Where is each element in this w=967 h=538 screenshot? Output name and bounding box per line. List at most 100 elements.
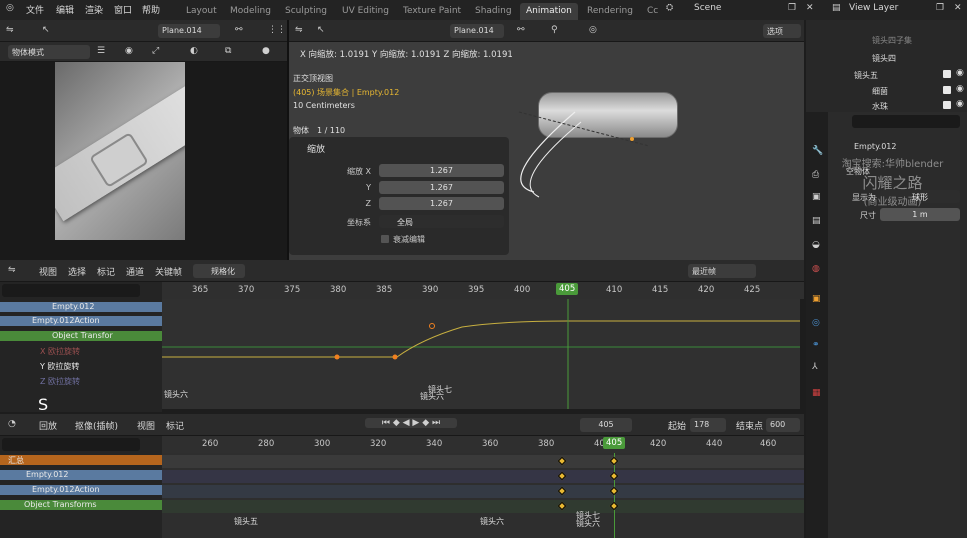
- scale-z-field[interactable]: 1.267: [379, 197, 504, 210]
- menu-channel[interactable]: 通道: [126, 265, 144, 278]
- object-dropdown[interactable]: Plane.014: [450, 24, 504, 38]
- scene-name[interactable]: Scene: [694, 3, 721, 13]
- menu-playback[interactable]: 回放: [39, 419, 57, 432]
- channel-action[interactable]: Empty.012Action: [0, 316, 162, 326]
- select-tool-icon[interactable]: ↖: [42, 25, 50, 35]
- tab-shading[interactable]: Shading: [469, 3, 518, 20]
- tab-animation[interactable]: Animation: [520, 3, 578, 20]
- channel-summary[interactable]: 汇总: [0, 455, 162, 465]
- channel-object[interactable]: Empty.012: [0, 470, 162, 480]
- camera5-eye-icon[interactable]: ◉: [956, 68, 964, 78]
- tab-rendering[interactable]: Rendering: [581, 3, 639, 20]
- menu-render[interactable]: 渲染: [85, 3, 103, 16]
- data-tab-icon[interactable]: ⅄: [812, 362, 818, 372]
- tab-modeling[interactable]: Modeling: [224, 3, 277, 20]
- outliner-item-top[interactable]: 镜头四子集: [872, 35, 912, 46]
- menu-file[interactable]: 文件: [26, 3, 44, 16]
- proportional-icon[interactable]: ◎: [589, 25, 597, 35]
- start-frame-field[interactable]: 178: [690, 418, 726, 432]
- menu-keying[interactable]: 抠像(插帧): [75, 419, 118, 432]
- texture-tab-icon[interactable]: ▦: [812, 388, 821, 398]
- marker-camera-5[interactable]: 镜头五: [234, 516, 258, 527]
- dopesheet-ruler[interactable]: 260 280 300 320 340 360 380 400 405 420 …: [162, 436, 804, 453]
- new-scene-icon[interactable]: ❐: [788, 3, 796, 13]
- menu-view[interactable]: 视图: [137, 419, 155, 432]
- marker-camera-6[interactable]: 镜头六: [420, 391, 444, 402]
- channel-group[interactable]: Object Transforms: [0, 500, 162, 510]
- object-tab-icon[interactable]: ▣: [812, 294, 821, 304]
- current-frame-badge[interactable]: 405: [556, 283, 579, 295]
- current-frame-badge[interactable]: 405: [603, 437, 626, 449]
- xray-icon[interactable]: ⧉: [225, 46, 231, 56]
- normalize-toggle[interactable]: 规格化: [193, 264, 245, 278]
- graph-canvas[interactable]: 镜头七 镜头六 镜头六: [162, 299, 800, 409]
- outliner-item-bacteria[interactable]: 细菌: [872, 86, 888, 97]
- current-frame-field[interactable]: 405: [580, 418, 632, 432]
- constraints-tab-icon[interactable]: ⚭: [812, 340, 820, 350]
- link-icon[interactable]: ⚯: [517, 25, 525, 35]
- end-frame-field[interactable]: 600: [766, 418, 800, 432]
- tab-sculpting[interactable]: Sculpting: [279, 3, 333, 20]
- tab-layout[interactable]: Layout: [180, 3, 223, 20]
- tab-uv-editing[interactable]: UV Editing: [336, 3, 395, 20]
- graph-ruler[interactable]: 365 370 375 380 385 390 395 400 405 410 …: [162, 282, 804, 299]
- editor-type-icon[interactable]: ⇋: [6, 25, 14, 35]
- overlay-icon[interactable]: ◐: [190, 46, 198, 56]
- orientation-dropdown[interactable]: 全局: [379, 215, 504, 228]
- channel-x-rot[interactable]: X 欧拉旋转: [0, 346, 162, 356]
- droplet-checkbox[interactable]: [943, 101, 951, 109]
- proportional-edit-checkbox[interactable]: [381, 235, 389, 243]
- channel-search[interactable]: [2, 438, 140, 451]
- physics-tab-icon[interactable]: ◎: [812, 318, 820, 328]
- outliner-item-camera4[interactable]: 镜头四: [872, 53, 896, 64]
- editor-type-icon[interactable]: ⇋: [295, 25, 303, 35]
- marker-camera-6b[interactable]: 镜头六: [576, 518, 600, 529]
- menu-icon[interactable]: ☰: [97, 46, 105, 56]
- tab-texture-paint[interactable]: Texture Paint: [397, 3, 467, 20]
- menu-view[interactable]: 视图: [39, 265, 57, 278]
- tab-more[interactable]: Cc: [641, 3, 664, 20]
- object-dropdown[interactable]: Plane.014: [158, 24, 220, 38]
- mode-dropdown[interactable]: 物体模式: [8, 45, 90, 59]
- options-button[interactable]: 选项: [763, 24, 801, 38]
- redo-panel-title[interactable]: 缩放: [307, 142, 325, 155]
- snap-icon[interactable]: ⚲: [551, 25, 558, 35]
- menu-select[interactable]: 选择: [68, 265, 86, 278]
- menu-marker[interactable]: 标记: [166, 419, 184, 432]
- channel-group[interactable]: Object Transfor: [0, 331, 162, 341]
- play-controls-icon[interactable]: ⏮ ◆ ◀ ▶ ◆ ⏭: [365, 418, 457, 428]
- visibility-icon[interactable]: ◉: [125, 46, 133, 56]
- properties-search[interactable]: [852, 115, 960, 128]
- scale-y-field[interactable]: 1.267: [379, 181, 504, 194]
- select-tool-icon[interactable]: ↖: [317, 25, 325, 35]
- channel-z-rot[interactable]: Z 欧拉旋转: [0, 376, 162, 386]
- menu-window[interactable]: 窗口: [114, 3, 132, 16]
- scale-x-field[interactable]: 1.267: [379, 164, 504, 177]
- channel-object[interactable]: Empty.012: [0, 302, 162, 312]
- menu-help[interactable]: 帮助: [142, 3, 160, 16]
- new-layer-icon[interactable]: ❐: [936, 3, 944, 13]
- channel-search[interactable]: [2, 284, 140, 297]
- editor-type-icon[interactable]: ◔: [8, 419, 16, 429]
- bacteria-eye-icon[interactable]: ◉: [956, 84, 964, 94]
- view-layer-name[interactable]: View Layer: [849, 3, 898, 13]
- view-layer-tab-icon[interactable]: ▤: [812, 216, 821, 226]
- outliner-item-droplet[interactable]: 水珠: [872, 101, 888, 112]
- interpolation-dropdown[interactable]: 最近帧: [688, 264, 756, 278]
- world-tab-icon[interactable]: ◍: [812, 264, 820, 274]
- channel-action[interactable]: Empty.012Action: [0, 485, 162, 495]
- delete-scene-icon[interactable]: ✕: [806, 3, 814, 13]
- marker-camera-6b[interactable]: 镜头六: [164, 389, 188, 400]
- size-field[interactable]: 1 m: [880, 208, 960, 221]
- grid-icon[interactable]: ⋮⋮: [268, 25, 286, 35]
- delete-layer-icon[interactable]: ✕: [954, 3, 962, 13]
- link-icon[interactable]: ⚯: [235, 25, 243, 35]
- menu-key[interactable]: 关键帧: [155, 265, 182, 278]
- channel-y-rot[interactable]: Y 欧拉旋转: [0, 361, 162, 371]
- editor-type-icon[interactable]: ⇋: [8, 265, 16, 275]
- shading-solid-icon[interactable]: ●: [262, 46, 270, 56]
- outliner-item-camera5[interactable]: 镜头五: [854, 70, 878, 81]
- camera5-checkbox[interactable]: [943, 70, 951, 78]
- dopesheet-canvas[interactable]: 镜头五 镜头六 镜头七 镜头六: [162, 453, 804, 538]
- droplet-eye-icon[interactable]: ◉: [956, 99, 964, 109]
